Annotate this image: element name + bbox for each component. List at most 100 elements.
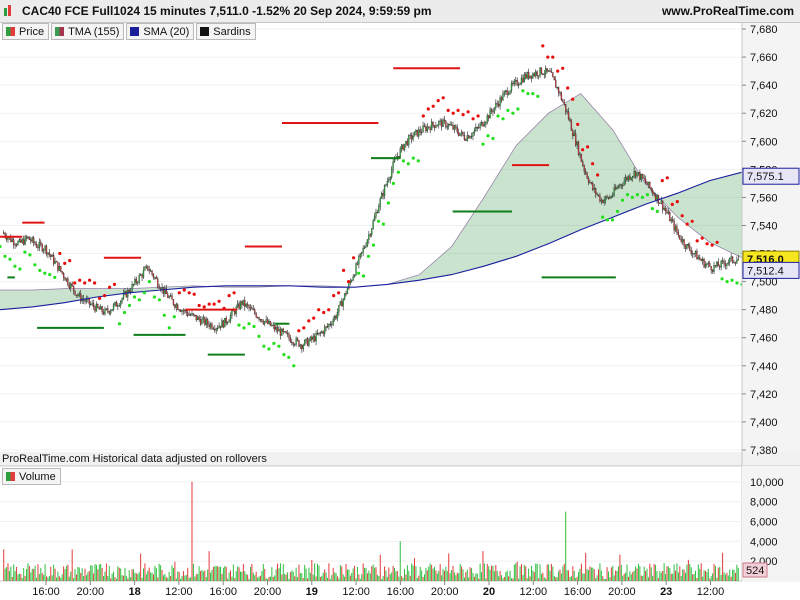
volume-bar — [636, 568, 638, 581]
candle — [328, 323, 330, 327]
volume-bar — [706, 572, 708, 581]
volume-bar — [292, 571, 294, 581]
candle — [168, 296, 170, 298]
sar-dot — [436, 99, 440, 103]
candle — [131, 284, 133, 292]
candle — [356, 263, 359, 265]
candle — [553, 76, 555, 81]
volume-bar — [68, 576, 70, 581]
candle — [264, 321, 266, 324]
candle — [121, 298, 123, 302]
sar-dot — [18, 267, 22, 271]
sar-dot — [357, 271, 361, 275]
candle — [672, 219, 674, 222]
candle — [188, 314, 190, 316]
candle — [229, 315, 232, 321]
volume-bar — [546, 564, 548, 581]
volume-bar — [538, 578, 540, 581]
volume-bar — [27, 563, 29, 581]
volume-bar — [103, 575, 105, 581]
volume-bar — [473, 576, 475, 581]
volume-bar — [583, 573, 585, 581]
volume-bar — [38, 574, 40, 581]
volume-bar — [573, 571, 575, 581]
candle — [455, 125, 457, 128]
volume-bar — [218, 566, 220, 581]
candle — [663, 208, 665, 210]
volume-bar — [663, 563, 665, 581]
volume-bar — [100, 563, 102, 581]
volume-bar — [669, 568, 671, 581]
volume-bar — [341, 566, 343, 581]
candle — [332, 319, 334, 325]
candle — [478, 127, 480, 129]
candle — [403, 143, 406, 151]
volume-bar — [700, 563, 702, 581]
sar-dot — [645, 193, 650, 197]
volume-bar — [578, 572, 580, 581]
time-tick-label: 20:00 — [608, 586, 636, 598]
volume-bar — [727, 575, 729, 581]
candle — [369, 234, 371, 236]
volume-bar — [696, 577, 698, 581]
candle — [11, 239, 13, 242]
volume-bar — [335, 572, 337, 581]
candle — [225, 317, 227, 324]
candle — [209, 323, 212, 328]
volume-bar — [339, 565, 341, 581]
volume-bar — [726, 572, 728, 581]
volume-bar — [422, 576, 424, 581]
legend-sardins[interactable]: Sardins — [196, 23, 256, 40]
volume-bar — [225, 566, 227, 581]
volume-bar — [351, 573, 353, 581]
sar-dot — [142, 291, 146, 295]
candle — [727, 262, 729, 264]
candle — [43, 249, 45, 252]
volume-bar — [533, 572, 535, 581]
volume-bar — [181, 576, 183, 581]
candle — [25, 236, 28, 239]
candle — [112, 304, 115, 310]
volume-bar — [455, 575, 457, 581]
volume-bar — [201, 569, 203, 581]
sar-dot — [237, 323, 241, 327]
volume-bar — [117, 566, 119, 581]
candle — [420, 131, 423, 134]
time-tick-label: 12:00 — [165, 586, 193, 598]
volume-bar — [34, 565, 36, 581]
candle — [388, 179, 390, 182]
candle — [383, 185, 386, 197]
candle — [214, 328, 216, 331]
volume-bar — [53, 564, 55, 581]
candle — [559, 92, 561, 94]
volume-bar — [349, 575, 351, 581]
candle — [465, 139, 467, 141]
candle — [208, 324, 210, 328]
candle — [456, 127, 458, 133]
volume-bar — [461, 566, 463, 581]
candle — [679, 234, 681, 240]
site-link[interactable]: www.ProRealTime.com — [662, 4, 794, 18]
candle — [134, 278, 136, 285]
legend-sma[interactable]: SMA (20) — [126, 23, 195, 40]
candle — [175, 304, 177, 308]
legend-price[interactable]: Price — [2, 23, 50, 40]
volume-bar — [675, 570, 677, 581]
candle — [47, 252, 49, 255]
candle — [35, 244, 38, 248]
volume-bar — [595, 578, 597, 581]
volume-bar — [676, 563, 678, 581]
candle — [67, 278, 69, 286]
volume-panel-label[interactable]: Volume — [2, 468, 61, 485]
sar-dot — [68, 259, 72, 263]
legend-tma[interactable]: TMA (155) — [51, 23, 125, 40]
volume-bar — [125, 575, 127, 581]
candle — [486, 115, 488, 123]
volume-bar — [272, 576, 274, 581]
volume-bar — [645, 570, 647, 581]
candle — [271, 325, 273, 327]
volume-bar — [416, 578, 418, 581]
candle — [325, 326, 327, 328]
sar-dot — [282, 353, 286, 357]
volume-bar — [555, 577, 557, 581]
